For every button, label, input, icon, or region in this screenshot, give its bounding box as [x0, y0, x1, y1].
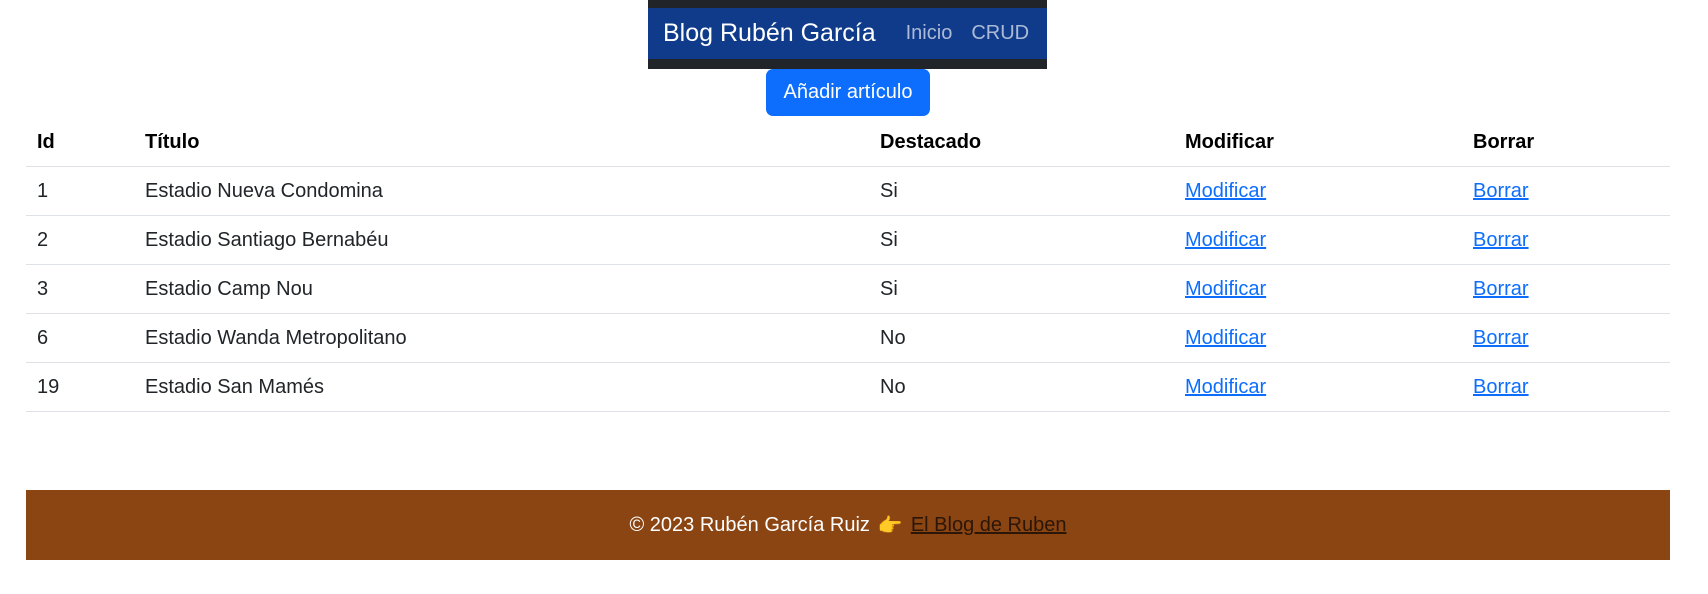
- footer-blog-link[interactable]: El Blog de Ruben: [911, 514, 1067, 537]
- delete-link[interactable]: Borrar: [1473, 229, 1529, 251]
- table-row: 6 Estadio Wanda Metropolitano No Modific…: [26, 313, 1670, 363]
- nav-link-crud[interactable]: CRUD: [971, 22, 1029, 45]
- edit-link[interactable]: Modificar: [1185, 229, 1266, 251]
- header-delete: Borrar: [1462, 118, 1670, 167]
- cell-title: Estadio Nueva Condomina: [134, 166, 869, 216]
- cell-edit: Modificar: [1174, 264, 1462, 314]
- table-row: 1 Estadio Nueva Condomina Si Modificar B…: [26, 166, 1670, 216]
- edit-link[interactable]: Modificar: [1185, 278, 1266, 300]
- delete-link[interactable]: Borrar: [1473, 278, 1529, 300]
- cell-title: Estadio Camp Nou: [134, 264, 869, 314]
- cell-id: 19: [26, 362, 134, 412]
- cell-delete: Borrar: [1462, 166, 1670, 216]
- delete-link[interactable]: Borrar: [1473, 180, 1529, 202]
- delete-link[interactable]: Borrar: [1473, 376, 1529, 398]
- navbar-brand[interactable]: Blog Rubén García: [663, 19, 876, 48]
- table-row: 2 Estadio Santiago Bernabéu Si Modificar…: [26, 215, 1670, 265]
- cell-featured: No: [869, 313, 1174, 363]
- header-title: Título: [134, 118, 869, 167]
- cell-delete: Borrar: [1462, 362, 1670, 412]
- table-row: 19 Estadio San Mamés No Modificar Borrar: [26, 362, 1670, 412]
- cell-title: Estadio San Mamés: [134, 362, 869, 412]
- cell-edit: Modificar: [1174, 166, 1462, 216]
- header-edit: Modificar: [1174, 118, 1462, 167]
- edit-link[interactable]: Modificar: [1185, 327, 1266, 349]
- table-header-row: Id Título Destacado Modificar Borrar: [26, 118, 1670, 167]
- cell-delete: Borrar: [1462, 313, 1670, 363]
- cell-edit: Modificar: [1174, 362, 1462, 412]
- cell-id: 3: [26, 264, 134, 314]
- cell-title: Estadio Santiago Bernabéu: [134, 215, 869, 265]
- delete-link[interactable]: Borrar: [1473, 327, 1529, 349]
- page: Blog Rubén García Inicio CRUD Añadir art…: [0, 0, 1708, 594]
- navbar: Blog Rubén García Inicio CRUD: [648, 8, 1047, 59]
- pointing-hand-icon: 👉: [877, 514, 903, 537]
- cell-id: 1: [26, 166, 134, 216]
- footer: © 2023 Rubén García Ruiz 👉 El Blog de Ru…: [26, 490, 1670, 560]
- table-row: 3 Estadio Camp Nou Si Modificar Borrar: [26, 264, 1670, 314]
- header-id: Id: [26, 118, 134, 167]
- footer-copyright: © 2023 Rubén García Ruiz: [629, 513, 870, 536]
- cell-featured: Si: [869, 264, 1174, 314]
- articles-table: Id Título Destacado Modificar Borrar 1 E…: [26, 118, 1670, 412]
- edit-link[interactable]: Modificar: [1185, 376, 1266, 398]
- cell-delete: Borrar: [1462, 264, 1670, 314]
- cell-id: 6: [26, 313, 134, 363]
- edit-link[interactable]: Modificar: [1185, 180, 1266, 202]
- cell-id: 2: [26, 215, 134, 265]
- cell-edit: Modificar: [1174, 313, 1462, 363]
- navbar-container: Blog Rubén García Inicio CRUD: [648, 0, 1047, 69]
- nav-link-inicio[interactable]: Inicio: [906, 22, 953, 45]
- cell-featured: No: [869, 362, 1174, 412]
- cell-edit: Modificar: [1174, 215, 1462, 265]
- header-featured: Destacado: [869, 118, 1174, 167]
- cell-featured: Si: [869, 215, 1174, 265]
- cell-featured: Si: [869, 166, 1174, 216]
- add-article-button[interactable]: Añadir artículo: [766, 69, 930, 116]
- cell-title: Estadio Wanda Metropolitano: [134, 313, 869, 363]
- cell-delete: Borrar: [1462, 215, 1670, 265]
